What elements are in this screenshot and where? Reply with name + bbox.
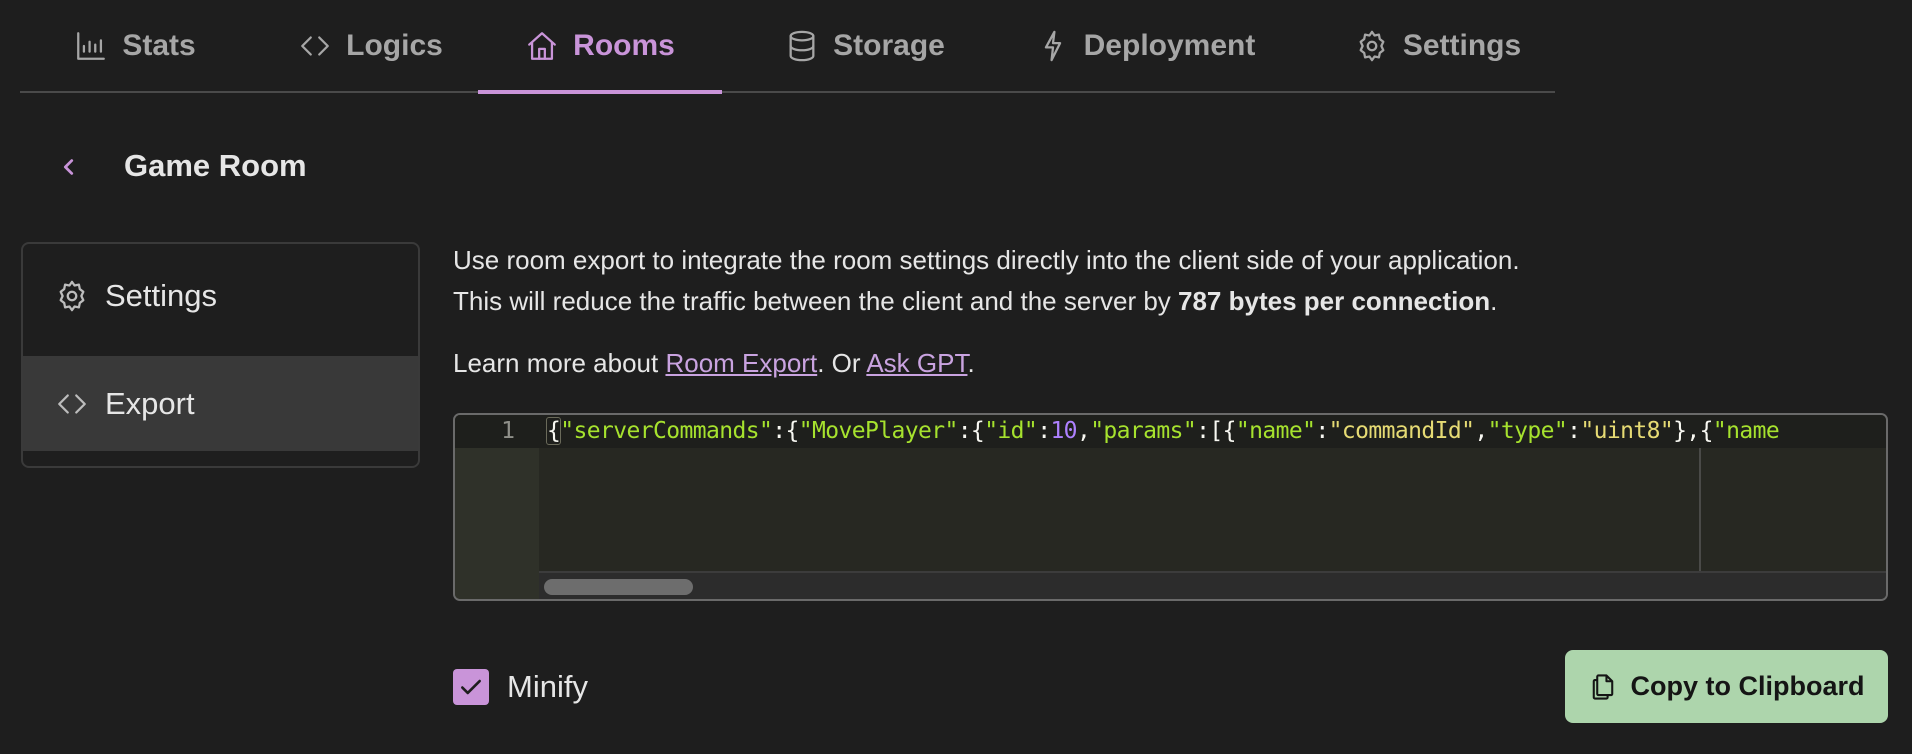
tab-label: Logics [346, 28, 443, 62]
tab-settings[interactable]: Settings [1338, 0, 1538, 91]
checkmark-icon [461, 679, 481, 695]
json-punctuation-token: { [545, 417, 562, 445]
code-area[interactable]: {"serverCommands":{"MovePlayer":{"id":10… [539, 415, 1886, 571]
gear-icon [1355, 29, 1389, 63]
json-key-token: "params" [1090, 418, 1197, 444]
description-line-1: Use room export to integrate the room se… [453, 245, 1520, 275]
tab-label: Storage [833, 28, 945, 62]
scrollbar-thumb[interactable] [544, 579, 693, 595]
learn-text: . Or [817, 348, 867, 378]
json-key-token: "id" [984, 418, 1038, 444]
sidebar-item-export[interactable]: Export [23, 356, 418, 451]
json-punctuation-token: :{ [772, 418, 799, 444]
json-punctuation-token: : [1567, 418, 1581, 444]
page-title: Game Room [124, 148, 307, 183]
bytes-saved: 787 bytes per connection [1178, 286, 1491, 316]
learn-text: . [967, 348, 975, 378]
json-number-token: 10 [1050, 418, 1077, 444]
minify-checkbox[interactable]: Minify [453, 669, 588, 705]
active-line-gutter [455, 415, 539, 448]
json-key-token: "name [1712, 418, 1780, 444]
sidebar-item-settings[interactable]: Settings [23, 248, 418, 343]
bar-chart-icon [74, 29, 108, 63]
copy-label: Copy to Clipboard [1630, 671, 1865, 701]
json-string-token: "uint8" [1580, 418, 1674, 444]
tab-logics[interactable]: Logics [283, 0, 458, 91]
tab-deployment[interactable]: Deployment [1023, 0, 1268, 91]
sidebar-item-label: Export [105, 385, 195, 421]
room-export-link[interactable]: Room Export [665, 348, 817, 378]
sidebar-item-label: Settings [105, 277, 218, 313]
code-icon [58, 393, 86, 414]
lightning-icon [1036, 29, 1070, 63]
chevron-left-icon [63, 159, 74, 175]
checkbox-box[interactable] [453, 669, 489, 705]
copy-to-clipboard-button[interactable]: Copy to Clipboard [1565, 650, 1888, 723]
json-key-token: "serverCommands" [560, 418, 773, 444]
json-punctuation-token: , [1076, 418, 1091, 444]
copy-icon [1592, 673, 1613, 700]
ask-gpt-link[interactable]: Ask GPT [866, 348, 967, 378]
code-line: {"serverCommands":{"MovePlayer":{"id":10… [545, 415, 1780, 448]
print-margin [1699, 448, 1701, 571]
horizontal-scrollbar[interactable] [539, 571, 1886, 599]
tab-label: Stats [122, 28, 196, 62]
json-punctuation-token: :{ [957, 418, 985, 444]
minify-label: Minify [507, 669, 588, 704]
json-punctuation-token: :[{ [1196, 418, 1236, 444]
json-key-token: "type" [1487, 418, 1568, 444]
code-icon [298, 29, 332, 63]
tab-label: Rooms [573, 28, 675, 62]
main-tab-bar: Stats Logics Rooms Storage Deployment Se… [20, 0, 1555, 94]
tab-label: Deployment [1083, 28, 1256, 62]
back-button[interactable] [52, 150, 86, 184]
json-punctuation-token: : [1037, 418, 1051, 444]
line-number-gutter: 1 [455, 415, 539, 599]
export-code-editor[interactable]: 1 {"serverCommands":{"MovePlayer":{"id":… [453, 413, 1888, 601]
home-icon [525, 29, 559, 63]
database-icon [785, 29, 819, 63]
json-string-token: "commandId" [1328, 418, 1475, 444]
export-description: Use room export to integrate the room se… [453, 240, 1893, 322]
json-punctuation-token: , [1474, 418, 1488, 444]
room-sidebar: Settings Export [21, 242, 420, 468]
json-punctuation-token: : [1315, 418, 1329, 444]
gear-icon [59, 280, 85, 311]
line-number: 1 [501, 418, 515, 444]
learn-more: Learn more about Room Export. Or Ask GPT… [453, 345, 975, 381]
description-text: . [1490, 286, 1498, 316]
description-text: This will reduce the traffic between the… [453, 286, 1179, 316]
tab-rooms[interactable]: Rooms [478, 0, 722, 94]
tab-storage[interactable]: Storage [765, 0, 965, 91]
description-line-2: This will reduce the traffic between the… [453, 281, 1893, 322]
json-punctuation-token: },{ [1673, 418, 1713, 444]
json-key-token: "name" [1235, 418, 1316, 444]
tab-label: Settings [1402, 28, 1522, 62]
json-key-token: "MovePlayer" [798, 418, 959, 444]
learn-text: Learn more about [453, 348, 666, 378]
tab-stats[interactable]: Stats [65, 0, 205, 91]
